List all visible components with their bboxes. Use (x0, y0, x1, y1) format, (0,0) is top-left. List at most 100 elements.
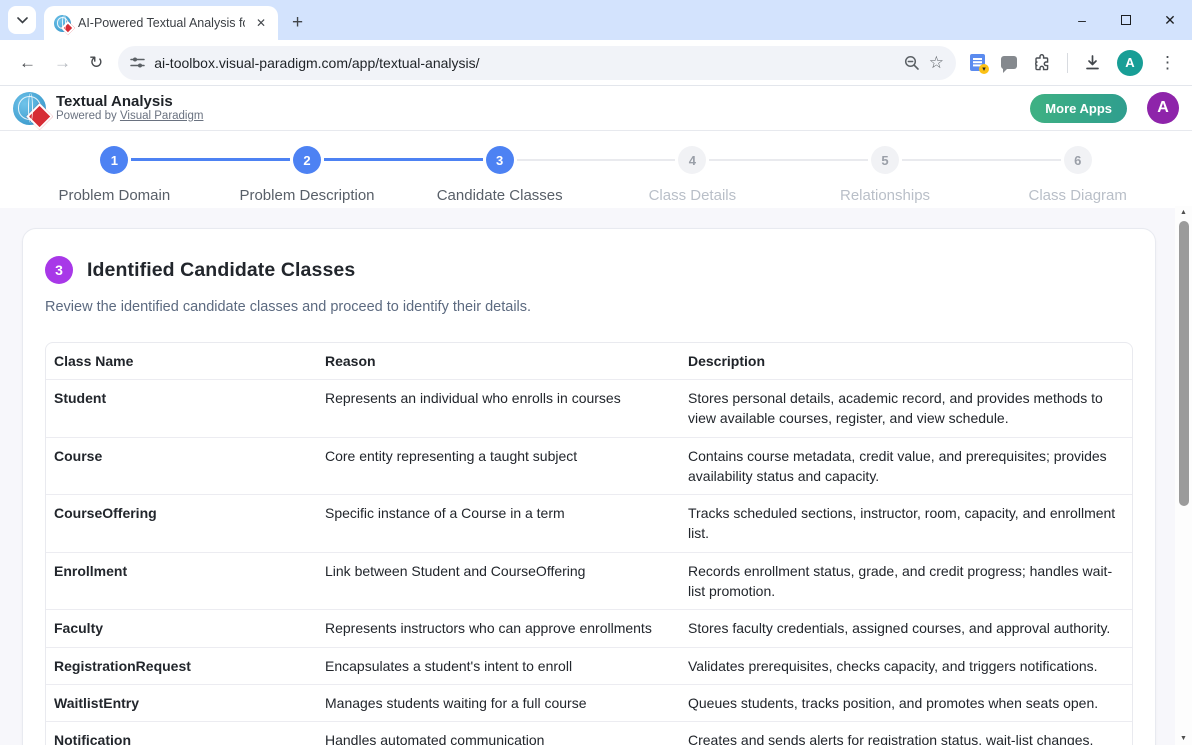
reload-button[interactable]: ↻ (80, 53, 112, 73)
visual-paradigm-link[interactable]: Visual Paradigm (120, 110, 204, 122)
table-row: RegistrationRequestEncapsulates a studen… (46, 648, 1132, 685)
description-cell: Contains course metadata, credit value, … (680, 438, 1132, 495)
class-name-cell: Enrollment (46, 553, 317, 610)
table-row: StudentRepresents an individual who enro… (46, 380, 1132, 438)
description-cell: Records enrollment status, grade, and cr… (680, 553, 1132, 610)
step-number: 3 (486, 146, 514, 174)
reason-cell: Link between Student and CourseOffering (317, 553, 680, 610)
description-cell: Stores faculty credentials, assigned cou… (680, 610, 1132, 646)
reason-cell: Handles automated communication (317, 722, 680, 745)
url-text[interactable]: ai-toolbox.visual-paradigm.com/app/textu… (154, 55, 895, 71)
table-row: EnrollmentLink between Student and Cours… (46, 553, 1132, 611)
step-connector (324, 158, 403, 161)
reason-cell: Represents an individual who enrolls in … (317, 380, 680, 437)
browser-toolbar: ← → ↻ ai-toolbox.visual-paradigm.com/app… (0, 40, 1192, 86)
bookmark-star-icon[interactable]: ☆ (929, 53, 944, 73)
step-number-badge: 3 (45, 256, 73, 284)
toolbar-divider (1067, 53, 1068, 73)
reason-cell: Represents instructors who can approve e… (317, 610, 680, 646)
table-row: CourseCore entity representing a taught … (46, 438, 1132, 496)
extensions-puzzle-icon[interactable] (1033, 54, 1051, 72)
column-header: Description (680, 343, 1132, 379)
more-apps-button[interactable]: More Apps (1030, 94, 1127, 123)
site-settings-icon[interactable] (130, 55, 145, 70)
page-scrollbar[interactable]: ▲ ▼ (1175, 206, 1192, 745)
browser-menu-icon[interactable]: ⋮ (1159, 53, 1176, 73)
step-connector (403, 158, 482, 161)
new-tab-button[interactable]: + (292, 13, 303, 32)
description-cell: Stores personal details, academic record… (680, 380, 1132, 437)
card-header: 3 Identified Candidate Classes (45, 256, 1133, 284)
description-cell: Creates and sends alerts for registratio… (680, 722, 1132, 745)
step-label: Problem Description (239, 187, 374, 204)
step-connector (517, 159, 596, 161)
page-title: Identified Candidate Classes (87, 259, 355, 282)
tab-title: AI-Powered Textual Analysis for (78, 16, 245, 30)
visual-paradigm-favicon-icon (54, 15, 71, 32)
description-cell: Queues students, tracks position, and pr… (680, 685, 1132, 721)
scrollbar-track[interactable] (1175, 219, 1192, 732)
app-title: Textual Analysis (56, 93, 203, 110)
powered-by-prefix: Powered by (56, 110, 117, 122)
downloads-icon[interactable] (1084, 54, 1101, 71)
tab-search-button[interactable] (8, 6, 36, 34)
column-header: Class Name (46, 343, 317, 379)
browser-profile-avatar[interactable]: A (1117, 50, 1143, 76)
forward-button[interactable]: → (45, 53, 80, 73)
comment-icon[interactable] (1001, 56, 1017, 69)
reason-cell: Specific instance of a Course in a term (317, 495, 680, 552)
description-cell: Tracks scheduled sections, instructor, r… (680, 495, 1132, 552)
back-button[interactable]: ← (10, 53, 45, 73)
powered-by: Powered by Visual Paradigm (56, 110, 203, 123)
step-connector (596, 159, 675, 161)
step-number: 4 (678, 146, 706, 174)
step-label: Candidate Classes (437, 187, 563, 204)
table-row: FacultyRepresents instructors who can ap… (46, 610, 1132, 647)
scrollbar-thumb[interactable] (1179, 221, 1189, 506)
user-avatar[interactable]: A (1147, 92, 1179, 124)
step-connector (902, 159, 981, 161)
address-bar[interactable]: ai-toolbox.visual-paradigm.com/app/textu… (118, 46, 956, 80)
class-name-cell: CourseOffering (46, 495, 317, 552)
class-name-cell: Student (46, 380, 317, 437)
visual-paradigm-logo-icon (13, 92, 46, 125)
chevron-down-icon (17, 17, 28, 24)
class-name-cell: WaitlistEntry (46, 685, 317, 721)
scroll-down-icon[interactable]: ▼ (1180, 732, 1187, 745)
step-label: Class Details (649, 187, 737, 204)
step-number: 2 (293, 146, 321, 174)
tab-close-icon[interactable]: ✕ (252, 14, 270, 32)
close-window-button[interactable]: ✕ (1148, 0, 1192, 40)
stepper-step-relationships[interactable]: 5Relationships (789, 146, 982, 204)
app-header: Textual Analysis Powered by Visual Parad… (0, 86, 1192, 131)
minimize-button[interactable]: – (1060, 0, 1104, 40)
zoom-icon[interactable] (904, 55, 920, 71)
maximize-button[interactable] (1104, 0, 1148, 40)
step-connector (131, 158, 210, 161)
stepper-step-problem-description[interactable]: 2 Problem Description (211, 146, 404, 204)
reading-mode-badge-icon: ▾ (979, 64, 989, 74)
window-controls: – ✕ (1060, 0, 1192, 40)
step-number: 1 (100, 146, 128, 174)
stepper-step-problem-domain[interactable]: 1Problem Domain (18, 146, 211, 204)
table-row: WaitlistEntryManages students waiting fo… (46, 685, 1132, 722)
table-row: NotificationHandles automated communicat… (46, 722, 1132, 745)
stepper-step-class-diagram[interactable]: 6Class Diagram (981, 146, 1174, 204)
main-content: 3 Identified Candidate Classes Review th… (0, 208, 1175, 745)
table-row: CourseOfferingSpecific instance of a Cou… (46, 495, 1132, 553)
step-connector (709, 159, 788, 161)
step-connector (789, 159, 868, 161)
stepper-step-candidate-classes[interactable]: 3 Candidate Classes (403, 146, 596, 204)
browser-tab[interactable]: AI-Powered Textual Analysis for ✕ (44, 6, 278, 40)
scroll-up-icon[interactable]: ▲ (1180, 206, 1187, 219)
class-table-body: StudentRepresents an individual who enro… (46, 380, 1132, 745)
class-name-cell: Notification (46, 722, 317, 745)
stepper-step-class-details[interactable]: 4 Class Details (596, 146, 789, 204)
step-label: Class Diagram (1029, 187, 1127, 204)
column-header: Reason (317, 343, 680, 379)
reason-cell: Manages students waiting for a full cour… (317, 685, 680, 721)
reading-mode-icon[interactable]: ▾ (970, 54, 985, 71)
candidate-classes-card: 3 Identified Candidate Classes Review th… (22, 228, 1156, 745)
class-name-cell: RegistrationRequest (46, 648, 317, 684)
toolbar-extensions-area: ▾ A ⋮ (964, 50, 1182, 76)
